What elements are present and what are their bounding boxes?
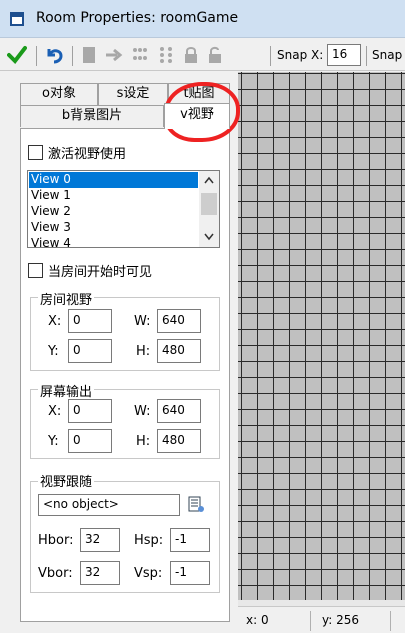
hbor-field[interactable]: 32: [80, 528, 120, 552]
clear-button[interactable]: [80, 44, 98, 66]
snap-x-label: Snap X:: [277, 48, 324, 62]
object-menu-icon: [188, 496, 204, 512]
view-w-label: W:: [134, 314, 151, 329]
chevron-up-icon[interactable]: [204, 176, 214, 184]
enable-views-label: 激活视野使用: [48, 147, 127, 162]
tab-backgrounds[interactable]: b背景图片: [20, 105, 164, 127]
status-bar: x: 0 y: 256: [238, 606, 405, 633]
port-x-label: X:: [48, 404, 62, 419]
view-in-room-title: 房间视野: [38, 289, 95, 308]
view-w-field[interactable]: 640: [157, 309, 201, 333]
view-y-label: Y:: [48, 344, 59, 359]
port-on-screen-title: 屏幕输出: [38, 381, 95, 400]
views-list[interactable]: View 0 View 1 View 2 View 3 View 4: [27, 170, 220, 248]
select-object-button[interactable]: [186, 494, 208, 516]
unlock-icon: [209, 46, 221, 63]
scroll-thumb[interactable]: [201, 193, 217, 215]
arrow-right-icon: [106, 48, 123, 62]
follow-object-field[interactable]: <no object>: [38, 494, 180, 516]
lock-icon: [185, 47, 197, 63]
cursor-x-readout: x: 0: [246, 613, 269, 627]
list-item[interactable]: View 4: [29, 236, 198, 247]
undo-button[interactable]: [42, 44, 66, 66]
port-y-label: Y:: [48, 434, 59, 449]
port-h-field[interactable]: 480: [157, 429, 201, 453]
port-y-field[interactable]: 0: [68, 429, 112, 453]
snap-y-label: Snap: [372, 48, 403, 62]
list-item[interactable]: View 2: [29, 204, 198, 220]
tab-tiles[interactable]: t贴图: [168, 83, 230, 105]
vbor-field[interactable]: 32: [80, 561, 120, 585]
ok-checkmark-button[interactable]: [6, 44, 28, 66]
view-y-field[interactable]: 0: [68, 339, 112, 363]
dots-grid-icon: [133, 48, 147, 60]
port-w-label: W:: [134, 404, 151, 419]
vbor-label: Vbor:: [38, 566, 73, 581]
views-list-scrollbar[interactable]: [199, 171, 219, 247]
port-h-label: H:: [136, 434, 151, 449]
list-item[interactable]: View 0: [29, 172, 198, 188]
checkmark-icon: [7, 46, 27, 65]
room-canvas[interactable]: [238, 72, 405, 600]
title-bar: Room Properties: roomGame: [0, 0, 405, 38]
dots-column-icon: [160, 47, 172, 63]
tab-views[interactable]: v视野: [164, 103, 230, 129]
tab-objects[interactable]: o对象: [20, 83, 98, 105]
hbor-label: Hbor:: [38, 533, 74, 548]
snap-x-input[interactable]: 16: [327, 44, 361, 66]
document-icon: [83, 47, 95, 63]
enable-views-checkbox[interactable]: [28, 145, 43, 160]
view-x-label: X:: [48, 314, 62, 329]
lock-button[interactable]: [182, 44, 200, 66]
list-item[interactable]: View 1: [29, 188, 198, 204]
hsp-label: Hsp:: [134, 533, 164, 548]
vsp-label: Vsp:: [134, 566, 163, 581]
list-item[interactable]: View 3: [29, 220, 198, 236]
undo-icon: [47, 49, 63, 64]
sort-x-button[interactable]: [130, 44, 150, 66]
view-h-field[interactable]: 480: [157, 339, 201, 363]
visible-at-start-checkbox[interactable]: [28, 263, 43, 278]
cursor-y-readout: y: 256: [322, 613, 359, 627]
port-x-field[interactable]: 0: [68, 399, 112, 423]
port-w-field[interactable]: 640: [157, 399, 201, 423]
toolbar: Snap X: 16 Snap: [0, 38, 405, 71]
window-title: Room Properties: roomGame: [36, 10, 239, 26]
object-following-title: 视野跟随: [38, 471, 95, 490]
unlock-button[interactable]: [206, 44, 224, 66]
chevron-down-icon[interactable]: [204, 233, 214, 241]
view-x-field[interactable]: 0: [68, 309, 112, 333]
sort-y-button[interactable]: [156, 44, 176, 66]
vsp-field[interactable]: -1: [170, 561, 210, 585]
view-h-label: H:: [136, 344, 151, 359]
shift-button[interactable]: [104, 44, 124, 66]
visible-at-start-label: 当房间开始时可见: [48, 265, 153, 280]
tab-settings[interactable]: s设定: [98, 83, 168, 105]
hsp-field[interactable]: -1: [170, 528, 210, 552]
room-window-icon: [10, 12, 24, 26]
